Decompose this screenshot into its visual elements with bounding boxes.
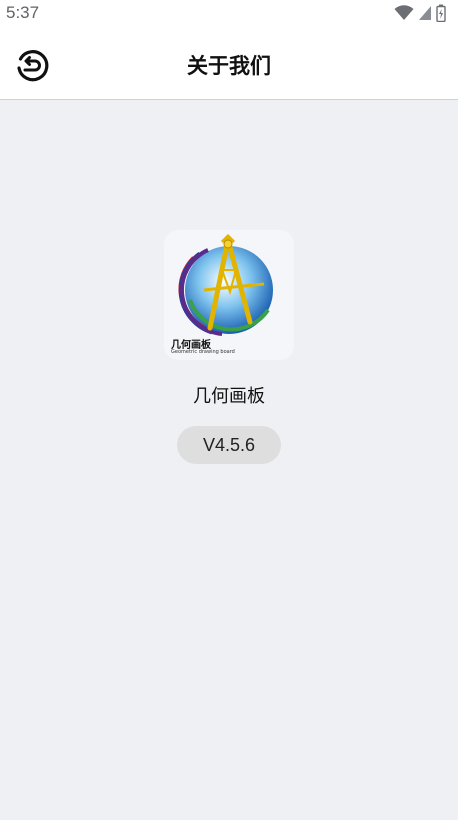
logo-subtext: Geometric drawing board bbox=[171, 349, 235, 355]
cell-signal-icon bbox=[419, 6, 431, 20]
app-logo: 几何画板 Geometric drawing board bbox=[164, 230, 294, 360]
status-bar: 5:37 bbox=[0, 0, 458, 28]
wifi-icon bbox=[394, 5, 414, 20]
version-badge: V4.5.6 bbox=[177, 426, 281, 464]
status-icons bbox=[394, 4, 446, 22]
page-title: 关于我们 bbox=[187, 54, 271, 78]
about-content: 几何画板 Geometric drawing board 几何画板 V4.5.6 bbox=[0, 100, 458, 820]
compass-logo-icon bbox=[178, 233, 273, 336]
app-bar: 关于我们 bbox=[0, 28, 458, 100]
status-time: 5:37 bbox=[6, 3, 40, 22]
battery-icon bbox=[436, 4, 446, 22]
app-name: 几何画板 bbox=[193, 386, 265, 407]
